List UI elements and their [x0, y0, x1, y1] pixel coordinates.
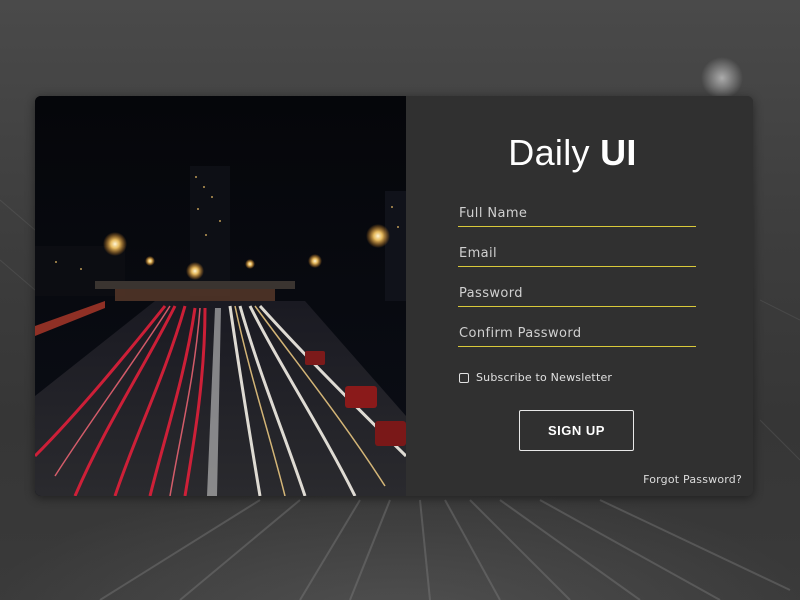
confirm-password-input[interactable] [458, 322, 697, 345]
newsletter-option: Subscribe to Newsletter [459, 371, 612, 384]
night-highway-photo [35, 96, 406, 496]
email-field [458, 242, 697, 267]
password-field [458, 282, 697, 307]
full-name-field [458, 202, 697, 227]
sign-up-button[interactable]: SIGN UP [519, 410, 634, 451]
title-regular: Daily [508, 132, 601, 173]
newsletter-checkbox[interactable] [459, 372, 469, 383]
title-bold: UI [600, 132, 637, 173]
password-input[interactable] [458, 282, 697, 305]
forgot-password-link[interactable]: Forgot Password? [643, 473, 742, 486]
signup-form-panel: Daily UI Subscribe to Newsletter SIGN UP… [406, 96, 753, 496]
signup-card: Daily UI Subscribe to Newsletter SIGN UP… [35, 96, 753, 496]
email-input[interactable] [458, 242, 697, 265]
confirm-password-field [458, 322, 697, 347]
full-name-input[interactable] [458, 202, 697, 225]
newsletter-label[interactable]: Subscribe to Newsletter [476, 371, 612, 384]
page-title: Daily UI [406, 132, 739, 174]
